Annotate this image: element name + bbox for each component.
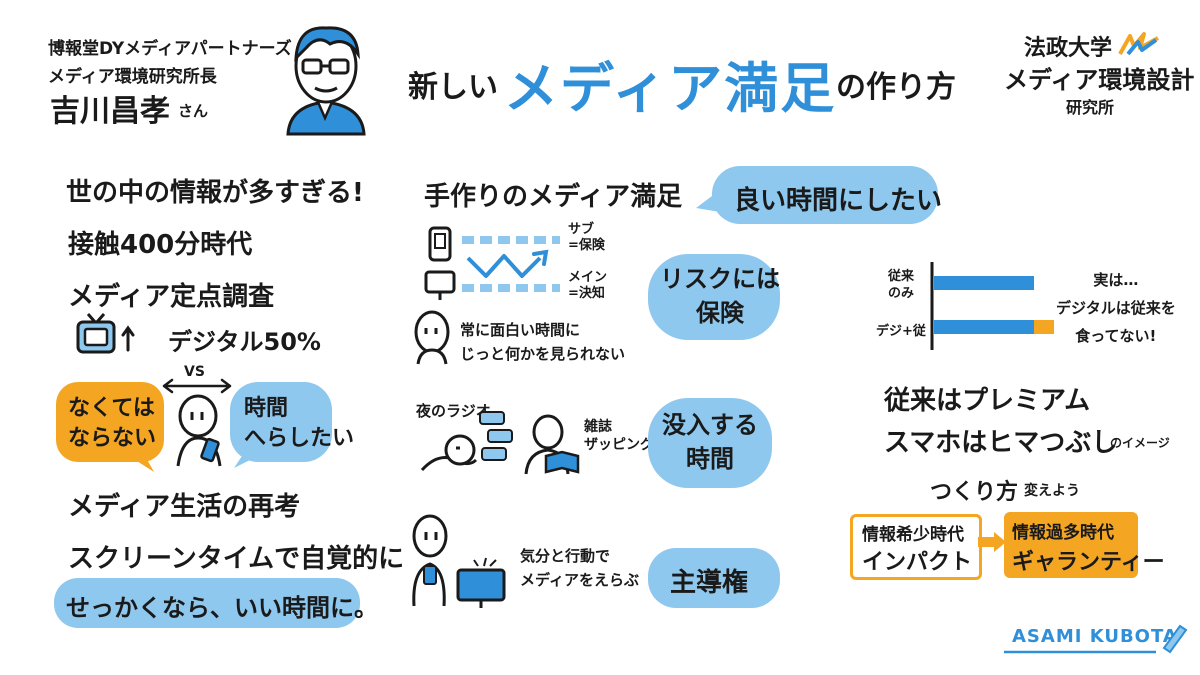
chart-label-traditional: 従来 のみ xyxy=(888,269,915,301)
smartphone-text: スマホはヒマつぶし xyxy=(884,428,1118,458)
chart-note: 実は… デジタルは従来を 食ってない! xyxy=(1056,271,1176,345)
magazine-reader-icon xyxy=(524,414,580,475)
must-have-text: なくては ならない xyxy=(68,396,157,451)
change-method-text: つくり方 xyxy=(930,480,1019,505)
good-time-bubble-tail xyxy=(696,190,720,212)
pen-icon xyxy=(1004,624,1188,654)
impact-text: インパクト xyxy=(862,550,973,575)
institute-name: 法政大学 xyxy=(1024,36,1113,61)
contact-time: 接触400分時代 xyxy=(68,230,253,260)
tv-icon xyxy=(76,313,116,354)
scarcity-era-text: 情報希少時代 xyxy=(862,525,964,545)
speaker-affiliation: 博報堂DYメディアパートナーズ xyxy=(48,39,292,59)
choose-media-text: 気分と行動で メディアをえらぶ xyxy=(520,547,639,589)
chart-bar-1-0 xyxy=(934,320,1034,334)
title-suffix: の作り方 xyxy=(836,70,956,105)
magazine-label: 雑誌 ザッピング xyxy=(584,419,654,453)
headline-too-much-info: 世の中の情報が多すぎる! xyxy=(66,178,364,208)
digital-share: デジタル50% xyxy=(168,328,321,356)
chart-label-digital: デジ+従 xyxy=(876,324,926,339)
arrow-up-icon xyxy=(121,325,135,352)
guarantee-text: ギャランティー xyxy=(1012,550,1165,575)
main-label: メイン =決知 xyxy=(568,270,608,301)
image-suffix: のイメージ xyxy=(1110,436,1170,450)
person-choosing-media-icon xyxy=(412,514,506,608)
good-time-bubble-text: 良い時間にしたい xyxy=(734,186,943,216)
sub-label: サブ =保険 xyxy=(568,222,605,253)
speaker-role: メディア環境研究所長 xyxy=(48,67,217,87)
rethink-heading: メディア生活の再考 xyxy=(68,492,301,522)
phone-icon xyxy=(428,226,452,262)
radio-listener-icon xyxy=(420,411,513,472)
page-title: メディア満足 xyxy=(504,57,837,120)
vs-label: VS xyxy=(184,364,205,380)
institute-suffix: 研究所 xyxy=(1066,98,1115,117)
speaker-honorific: さん xyxy=(178,102,209,120)
overload-era-text: 情報過多時代 xyxy=(1012,523,1114,543)
good-time-text: せっかくなら、いい時間に。 xyxy=(66,594,378,622)
initiative-bubble-text: 主導権 xyxy=(670,568,749,598)
change-suffix: 変えよう xyxy=(1024,483,1080,499)
person-with-phone-icon xyxy=(176,394,222,467)
institute-lab: メディア環境設計 xyxy=(1004,66,1195,94)
speaker-name: 吉川昌孝 xyxy=(50,94,170,129)
premium-text: 従来はプレミアム xyxy=(884,386,1091,416)
reduce-time-text: 時間 へらしたい xyxy=(244,396,355,451)
bored-person-icon xyxy=(414,310,450,365)
monitor-icon xyxy=(424,270,456,300)
screen-time-text: スクリーンタイムで自覚的に xyxy=(68,544,405,574)
risk-bubble-text: リスクには 保険 xyxy=(660,265,780,327)
chart-bar-1-1 xyxy=(1034,320,1054,334)
always-fun-text: 常に面白い時間に じっと何かを見られない xyxy=(460,321,626,363)
must-have-tail xyxy=(126,454,154,472)
handmade-heading: 手作りのメディア満足 xyxy=(424,182,683,212)
chart-bar-0-0 xyxy=(934,276,1034,290)
immersive-bubble-text: 没入する 時間 xyxy=(662,411,758,473)
institute-logo-icon xyxy=(1118,32,1159,56)
title-prefix: 新しい xyxy=(408,70,498,105)
attention-wave-graphic xyxy=(462,236,560,292)
survey-title: メディア定点調査 xyxy=(68,282,275,312)
speaker-portrait xyxy=(286,26,366,136)
